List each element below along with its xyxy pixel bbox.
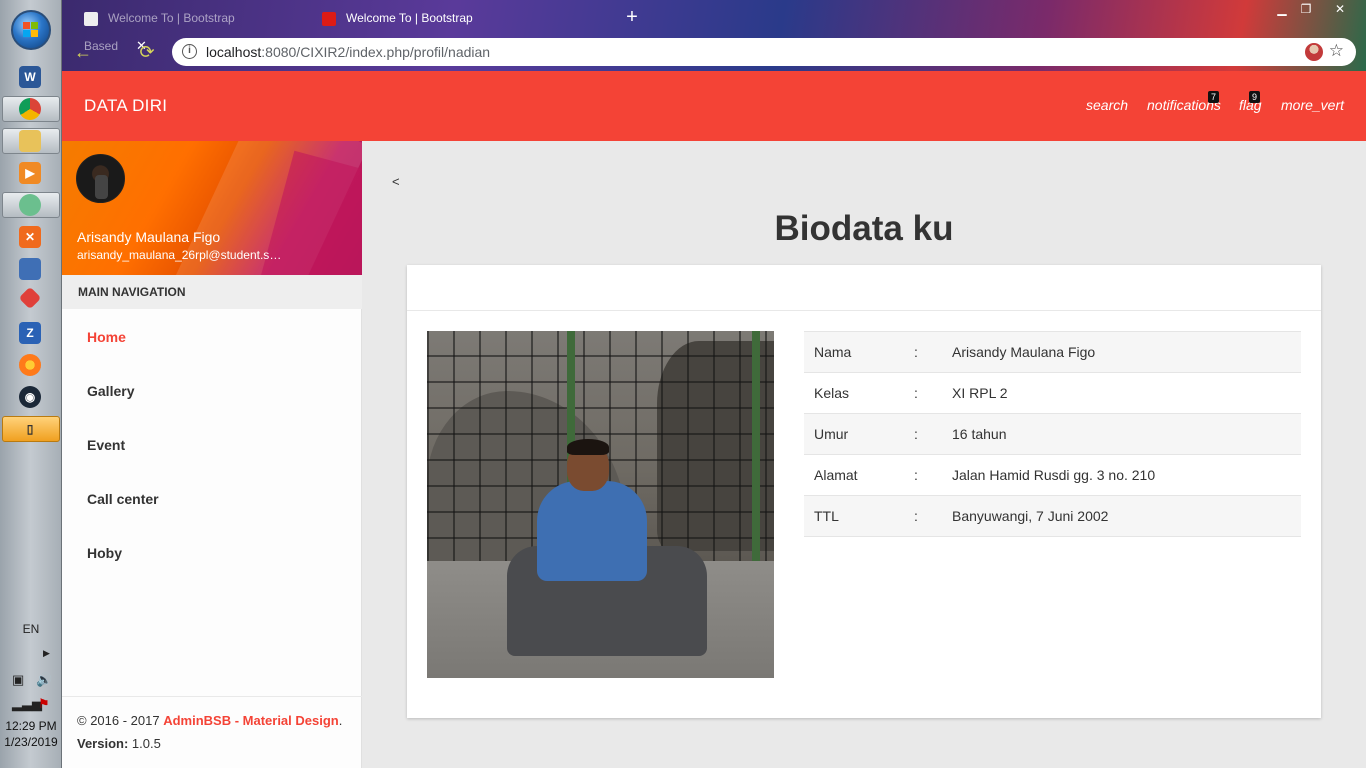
- info-icon[interactable]: i: [182, 44, 197, 59]
- browser-tab-2[interactable]: Welcome To | Bootstrap Based✕: [310, 4, 544, 53]
- notifications-count-badge: 7: [1208, 91, 1220, 103]
- sidebar-item-home[interactable]: Home: [87, 329, 126, 345]
- menu-header: MAIN NAVIGATION: [62, 275, 362, 309]
- app-navbar: DATA DIRI search notifications 7 flag 9 …: [62, 71, 1366, 141]
- volume-icon[interactable]: 🔊: [36, 672, 52, 688]
- close-window-button[interactable]: ✕: [1326, 0, 1354, 18]
- table-row: Nama : Arisandy Maulana Figo: [804, 331, 1301, 373]
- start-button[interactable]: [11, 10, 51, 50]
- media-player-icon[interactable]: ▶: [19, 162, 41, 184]
- address-bar[interactable]: i localhost:8080/CIXIR2/index.php/profil…: [172, 38, 1356, 66]
- row-separator: :: [914, 344, 918, 360]
- sidebar-item-event[interactable]: Event: [87, 437, 125, 453]
- table-row: TTL : Banyuwangi, 7 Juni 2002: [804, 495, 1301, 537]
- taskbar-clock[interactable]: 12:29 PM 1/23/2019: [0, 718, 62, 750]
- firefox-icon[interactable]: [19, 354, 41, 376]
- user-name: Arisandy Maulana Figo: [77, 229, 221, 245]
- action-center-icon[interactable]: ⚑: [38, 696, 50, 712]
- sidebar-item-gallery[interactable]: Gallery: [87, 383, 134, 399]
- phone-app-icon: ▯: [26, 422, 34, 436]
- sidebar-item-hoby[interactable]: Hoby: [87, 545, 122, 561]
- reload-icon[interactable]: ⟳: [136, 42, 158, 64]
- show-hidden-icons-icon[interactable]: ▶: [43, 648, 50, 659]
- angular-favicon-icon: [322, 11, 336, 26]
- browser-chrome: Welcome To | Bootstrap Based ✕ Welcome To…: [62, 0, 1366, 71]
- biodata-card: Nama : Arisandy Maulana Figo Kelas : XI …: [407, 265, 1321, 718]
- table-row: Alamat : Jalan Hamid Rusdi gg. 3 no. 210: [804, 454, 1301, 496]
- row-label: Umur: [814, 426, 849, 442]
- row-label: TTL: [814, 508, 839, 524]
- filezilla-icon[interactable]: Z: [19, 322, 41, 344]
- row-value: XI RPL 2: [952, 385, 1008, 401]
- row-label: Kelas: [814, 385, 850, 401]
- page-title: Biodata ku: [774, 209, 954, 248]
- folder-icon: [19, 130, 41, 152]
- git-icon[interactable]: [18, 286, 42, 310]
- url-text[interactable]: localhost:8080/CIXIR2/index.php/profil/n…: [206, 44, 490, 60]
- biodata-table: Nama : Arisandy Maulana Figo Kelas : XI …: [804, 331, 1301, 537]
- row-separator: :: [914, 508, 918, 524]
- version: Version: 1.0.5: [77, 736, 161, 751]
- adminbsb-link[interactable]: AdminBSB - Material Design: [163, 713, 339, 728]
- clock-date: 1/23/2019: [4, 735, 58, 749]
- restore-button[interactable]: ❐: [1292, 0, 1320, 18]
- word-icon[interactable]: W: [19, 66, 41, 88]
- profile-photo: [427, 331, 774, 678]
- language-indicator[interactable]: EN: [0, 622, 62, 636]
- xampp-icon[interactable]: ✕: [19, 226, 41, 248]
- windows-logo-icon: [23, 22, 39, 38]
- back-arrow-icon[interactable]: ←: [72, 42, 94, 64]
- row-value: Jalan Hamid Rusdi gg. 3 no. 210: [952, 467, 1156, 483]
- table-row: Kelas : XI RPL 2: [804, 372, 1301, 414]
- row-label: Alamat: [814, 467, 858, 483]
- browser-menu-icon[interactable]: ⋮: [1339, 40, 1357, 64]
- back-link[interactable]: <: [392, 174, 400, 189]
- row-separator: :: [914, 426, 918, 442]
- steam-icon[interactable]: ◉: [19, 386, 41, 408]
- sidebar-item-call-center[interactable]: Call center: [87, 491, 159, 507]
- user-favicon-icon: [84, 11, 98, 26]
- clock-time: 12:29 PM: [5, 719, 57, 733]
- power-icon[interactable]: ▣: [12, 672, 24, 688]
- profile-avatar[interactable]: [1304, 42, 1324, 62]
- row-label: Nama: [814, 344, 852, 360]
- search-link[interactable]: search: [1086, 97, 1128, 113]
- copyright: © 2016 - 2017 AdminBSB - Material Design…: [77, 713, 343, 728]
- atom-icon: [19, 194, 41, 216]
- user-info-panel: Arisandy Maulana Figo arisandy_maulana_2…: [62, 141, 362, 275]
- user-email: arisandy_maulana_26rpl@student.smktelkom…: [77, 248, 287, 262]
- windows-taskbar: W ▶ ✕ Z ◉ ▯ EN ▶ ▣ 🔊 ▂▃▅ ⚑ 12:29 PM 1/23…: [0, 0, 62, 768]
- left-sidebar: Arisandy Maulana Figo arisandy_maulana_2…: [62, 141, 362, 768]
- browser-tab-1[interactable]: Welcome To | Bootstrap Based ✕: [72, 4, 308, 53]
- footer-divider: [62, 696, 362, 697]
- virtualbox-icon[interactable]: [19, 258, 41, 280]
- row-separator: :: [914, 385, 918, 401]
- navbar-brand[interactable]: DATA DIRI: [84, 96, 167, 116]
- row-value: 16 tahun: [952, 426, 1007, 442]
- avatar[interactable]: [76, 154, 125, 203]
- table-row: Umur : 16 tahun: [804, 413, 1301, 455]
- row-value: Banyuwangi, 7 Juni 2002: [952, 508, 1109, 524]
- chrome-icon: [19, 98, 41, 120]
- new-tab-button[interactable]: +: [620, 6, 644, 30]
- flag-count-badge: 9: [1249, 91, 1261, 103]
- more-vert-link[interactable]: more_vert: [1281, 97, 1344, 113]
- main-content: < Biodata ku Nama : Arisandy Maulana Fig…: [362, 141, 1366, 768]
- row-value: Arisandy Maulana Figo: [952, 344, 1096, 360]
- row-separator: :: [914, 467, 918, 483]
- card-header: [407, 265, 1321, 311]
